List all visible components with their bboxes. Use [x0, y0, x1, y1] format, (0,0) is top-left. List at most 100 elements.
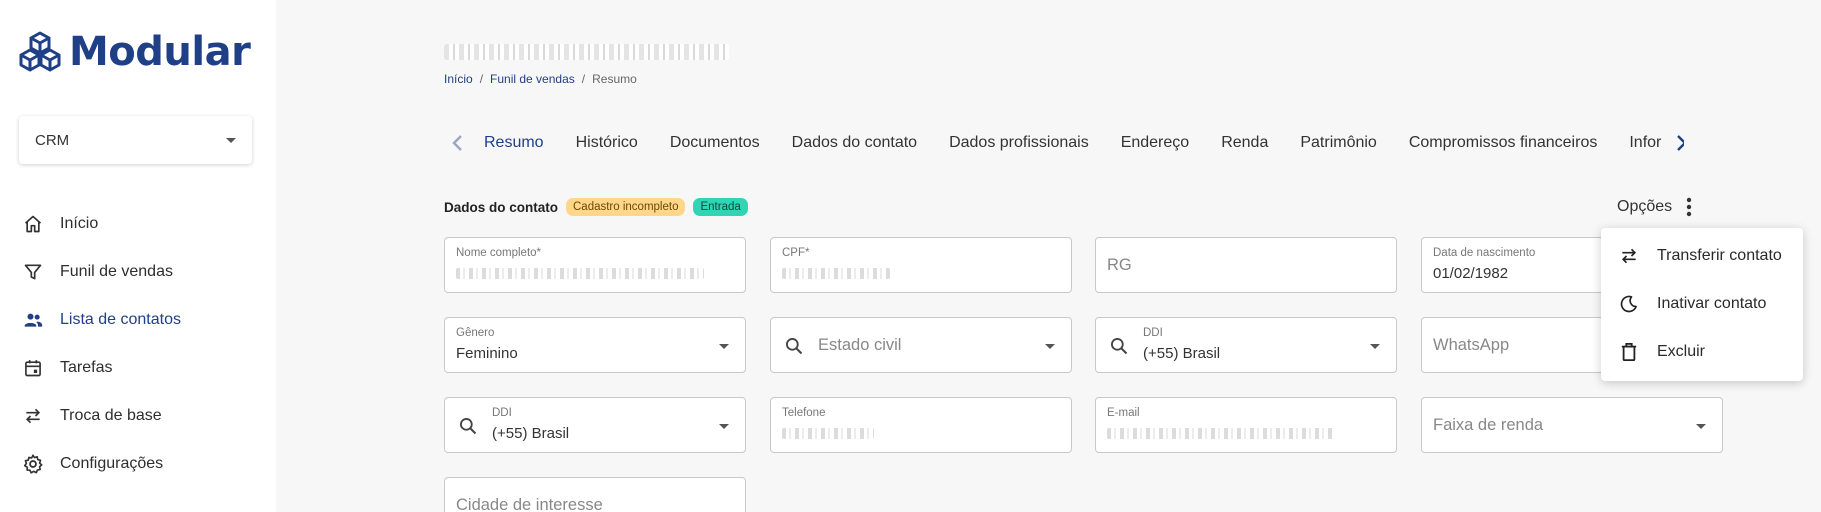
- calendar-icon: [22, 357, 44, 379]
- chevron-down-icon: [719, 424, 729, 429]
- search-icon: [786, 338, 803, 355]
- field-label: Gênero: [456, 327, 495, 339]
- tab-dados-profissionais[interactable]: Dados profissionais: [949, 134, 1089, 152]
- swap-icon: [1619, 246, 1639, 266]
- redacted-value: [456, 268, 704, 279]
- field-value: 01/02/1982: [1433, 265, 1509, 282]
- swap-icon: [22, 405, 44, 427]
- tab-scroll-right-button[interactable]: [1669, 130, 1684, 156]
- chevron-left-icon: [452, 135, 462, 151]
- sidebar-item-tarefas[interactable]: Tarefas: [0, 344, 276, 392]
- cidade-interesse-field[interactable]: Cidade de interesse: [444, 477, 746, 512]
- menu-item-label: Transferir contato: [1657, 247, 1782, 264]
- section-title: Dados do contato: [444, 199, 558, 215]
- field-placeholder: Estado civil: [818, 336, 902, 354]
- trash-icon: [1619, 342, 1639, 362]
- sidebar-item-inicio[interactable]: Início: [0, 200, 276, 248]
- field-label: CPF*: [782, 247, 810, 259]
- tab-bar: Resumo Histórico Documentos Dados do con…: [444, 124, 1684, 162]
- rg-field[interactable]: RG: [1095, 237, 1397, 293]
- sidebar-item-label: Configurações: [60, 455, 164, 472]
- breadcrumb-funnel[interactable]: Funil de vendas: [490, 72, 575, 86]
- sidebar-item-funil[interactable]: Funil de vendas: [0, 248, 276, 296]
- moon-icon: [1619, 294, 1639, 314]
- tab-historico[interactable]: Histórico: [576, 134, 638, 152]
- faixa-renda-select[interactable]: Faixa de renda: [1421, 397, 1723, 453]
- field-label: Data de nascimento: [1433, 247, 1536, 259]
- menu-item-label: Excluir: [1657, 343, 1706, 360]
- options-button[interactable]: Opções: [1617, 197, 1692, 217]
- ddi-select-2[interactable]: DDI (+55) Brasil: [444, 397, 746, 453]
- more-vertical-icon: [1686, 197, 1692, 217]
- tab-documentos[interactable]: Documentos: [670, 134, 760, 152]
- menu-item-inactivate[interactable]: Inativar contato: [1601, 280, 1803, 328]
- modular-logo-icon: [19, 31, 61, 72]
- breadcrumb: Início / Funil de vendas / Resumo: [444, 72, 637, 86]
- chevron-down-icon: [226, 137, 236, 143]
- menu-item-delete[interactable]: Excluir: [1601, 328, 1803, 376]
- field-value: (+55) Brasil: [1143, 345, 1221, 362]
- tab-endereco[interactable]: Endereço: [1121, 134, 1190, 152]
- main-content: Início / Funil de vendas / Resumo Resumo…: [276, 0, 1821, 512]
- sidebar-item-configuracoes[interactable]: Configurações: [0, 440, 276, 488]
- redacted-value: [1107, 428, 1335, 439]
- tab-informacoes[interactable]: Infor: [1629, 134, 1665, 152]
- chevron-down-icon: [1370, 344, 1380, 349]
- field-label: Nome completo*: [456, 247, 542, 259]
- sidebar-item-label: Tarefas: [60, 359, 113, 376]
- breadcrumb-current: Resumo: [592, 72, 637, 86]
- tab-patrimonio[interactable]: Patrimônio: [1300, 134, 1376, 152]
- options-menu: Transferir contato Inativar contato Excl…: [1601, 228, 1803, 381]
- tab-compromissos-financeiros[interactable]: Compromissos financeiros: [1409, 134, 1598, 152]
- field-placeholder: Faixa de renda: [1433, 416, 1544, 434]
- estado-civil-select[interactable]: Estado civil: [770, 317, 1072, 373]
- breadcrumb-home[interactable]: Início: [444, 72, 473, 86]
- tab-dados-contato[interactable]: Dados do contato: [792, 134, 917, 152]
- menu-item-transfer[interactable]: Transferir contato: [1601, 232, 1803, 280]
- nome-completo-field[interactable]: Nome completo*: [444, 237, 746, 293]
- logo[interactable]: Modular: [19, 29, 251, 75]
- logo-text: Modular: [69, 29, 251, 75]
- home-icon: [22, 213, 44, 235]
- breadcrumb-separator: /: [479, 72, 484, 86]
- field-label: DDI: [1143, 327, 1163, 339]
- sidebar-item-label: Início: [60, 215, 99, 232]
- field-placeholder: Cidade de interesse: [456, 496, 603, 512]
- redacted-value: [782, 268, 890, 279]
- field-value: Feminino: [456, 345, 518, 362]
- search-icon: [1111, 338, 1128, 355]
- tab-resumo[interactable]: Resumo: [484, 134, 544, 152]
- sidebar-item-contatos[interactable]: Lista de contatos: [0, 296, 276, 344]
- cpf-field[interactable]: CPF*: [770, 237, 1072, 293]
- telefone-field[interactable]: Telefone: [770, 397, 1072, 453]
- status-badge-incomplete: Cadastro incompleto: [566, 198, 686, 216]
- options-label: Opções: [1617, 198, 1673, 215]
- sidebar: Modular CRM Início Funil de vendas Lista…: [0, 0, 276, 512]
- chevron-down-icon: [719, 344, 729, 349]
- module-select-value: CRM: [35, 131, 70, 149]
- section-header: Dados do contato Cadastro incompleto Ent…: [444, 198, 748, 216]
- field-placeholder: WhatsApp: [1433, 336, 1510, 354]
- ddi-select-1[interactable]: DDI (+55) Brasil: [1095, 317, 1397, 373]
- genero-select[interactable]: Gênero Feminino: [444, 317, 746, 373]
- contact-name-redacted: [444, 44, 729, 60]
- gear-icon: [22, 453, 44, 475]
- sidebar-item-label: Funil de vendas: [60, 263, 173, 280]
- field-value: (+55) Brasil: [492, 425, 570, 442]
- sidebar-item-label: Lista de contatos: [60, 311, 181, 328]
- status-badge-stage: Entrada: [693, 198, 748, 216]
- chevron-right-icon: [1677, 135, 1684, 151]
- field-label: E-mail: [1107, 407, 1140, 419]
- tab-renda[interactable]: Renda: [1221, 134, 1268, 152]
- tab-scroll-left-button[interactable]: [444, 130, 470, 156]
- sidebar-item-label: Troca de base: [60, 407, 162, 424]
- field-label: Telefone: [782, 407, 826, 419]
- sidebar-item-troca-base[interactable]: Troca de base: [0, 392, 276, 440]
- chevron-down-icon: [1045, 344, 1055, 349]
- field-label: DDI: [492, 407, 512, 419]
- email-field[interactable]: E-mail: [1095, 397, 1397, 453]
- redacted-value: [782, 428, 874, 439]
- module-select[interactable]: CRM: [19, 116, 252, 164]
- chevron-down-icon: [1696, 424, 1706, 429]
- sidebar-nav: Início Funil de vendas Lista de contatos…: [0, 200, 276, 488]
